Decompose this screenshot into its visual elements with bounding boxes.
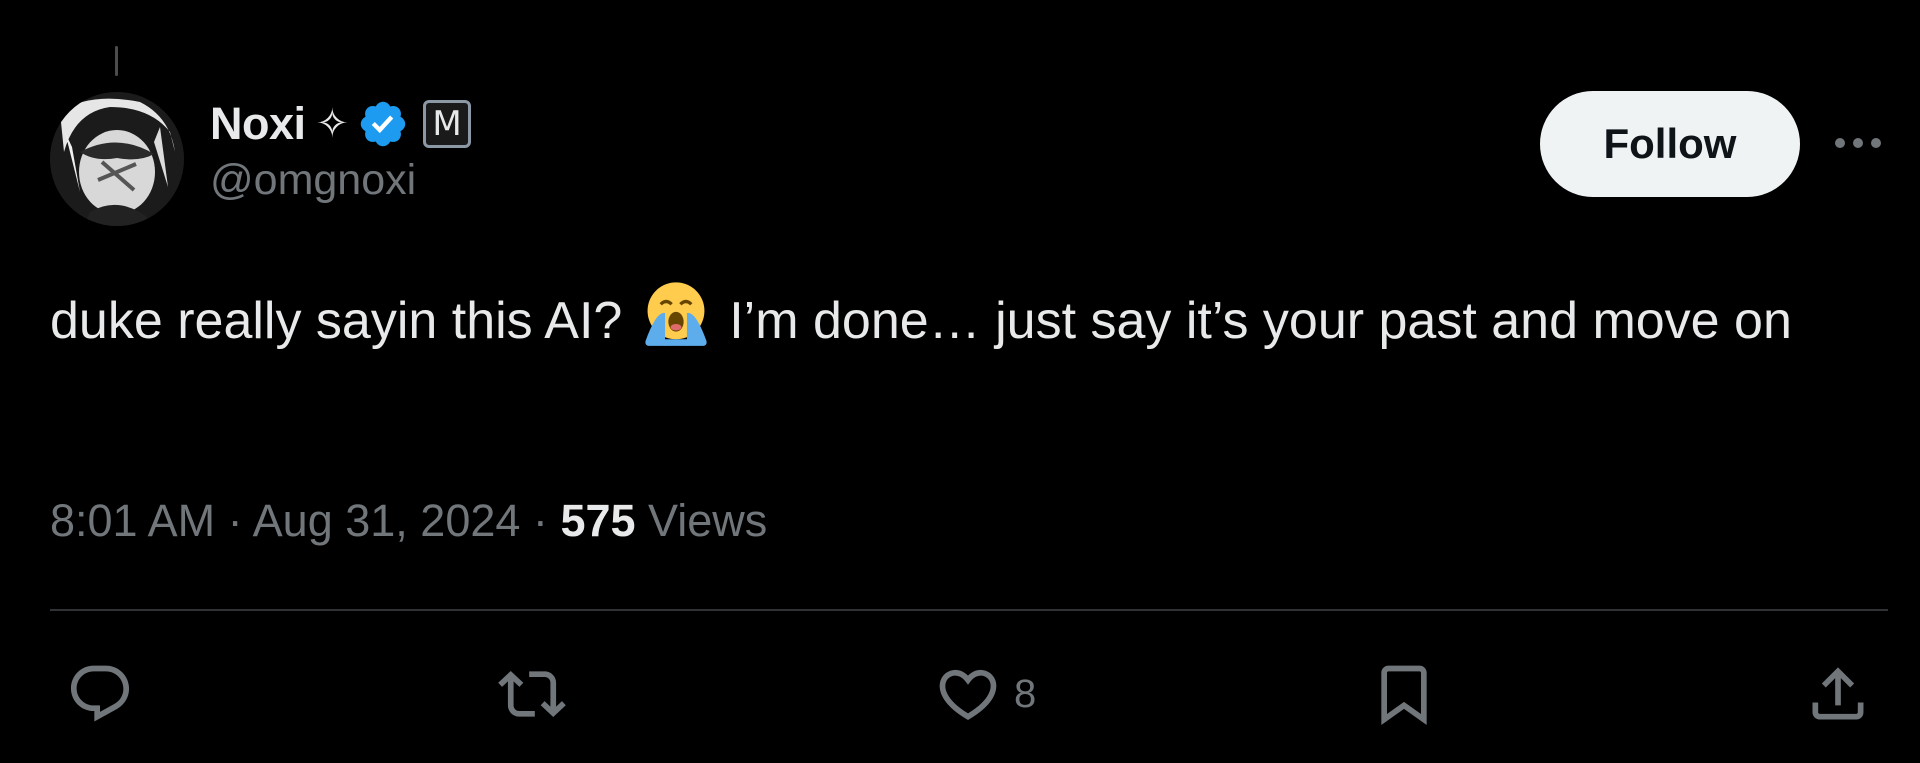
avatar[interactable] [50, 92, 184, 226]
share-button[interactable] [1804, 660, 1872, 728]
tweet-time[interactable]: 8:01 AM [50, 495, 215, 546]
bookmark-button[interactable] [1370, 660, 1438, 728]
author-info: Noxi ✧ M @omgnoxi [210, 96, 472, 205]
avatar-image [50, 92, 184, 226]
repost-icon [498, 670, 566, 718]
verified-badge-icon[interactable] [357, 98, 409, 150]
reply-icon [70, 665, 130, 722]
author-name-row: Noxi ✧ M [210, 96, 472, 152]
loudly-crying-face-icon [645, 282, 707, 346]
like-count: 8 [1014, 671, 1037, 716]
repost-button[interactable] [498, 660, 566, 728]
meta-separator: · [532, 495, 548, 546]
meta-separator: · [227, 495, 243, 546]
tweet-metadata: 8:01 AM · Aug 31, 2024 · 575 Views [50, 495, 767, 547]
share-icon [1812, 667, 1864, 720]
views-label[interactable]: Views [648, 495, 767, 546]
heart-icon [939, 669, 997, 720]
user-handle[interactable]: @omgnoxi [210, 156, 471, 205]
display-name[interactable]: Noxi [210, 98, 306, 150]
tweet-text: duke really sayin this AI? I’m done… jus… [50, 278, 1890, 361]
views-count[interactable]: 575 [560, 495, 635, 546]
tweet-text-part-2: I’m done… just say it’s your past and mo… [729, 292, 1792, 350]
affiliate-badge-icon[interactable]: M [423, 100, 472, 148]
tweet-date[interactable]: Aug 31, 2024 [253, 495, 521, 546]
reply-button[interactable] [66, 660, 134, 728]
tweet-text-part-1: duke really sayin this AI? [50, 292, 623, 350]
more-options-icon[interactable] [1832, 130, 1884, 156]
divider [50, 609, 1888, 611]
thread-connector-line [115, 46, 118, 76]
bookmark-icon [1381, 665, 1427, 725]
follow-button[interactable]: Follow [1540, 91, 1800, 197]
like-button[interactable]: 8 [934, 660, 1036, 728]
sparkle-emoji: ✧ [315, 102, 350, 146]
